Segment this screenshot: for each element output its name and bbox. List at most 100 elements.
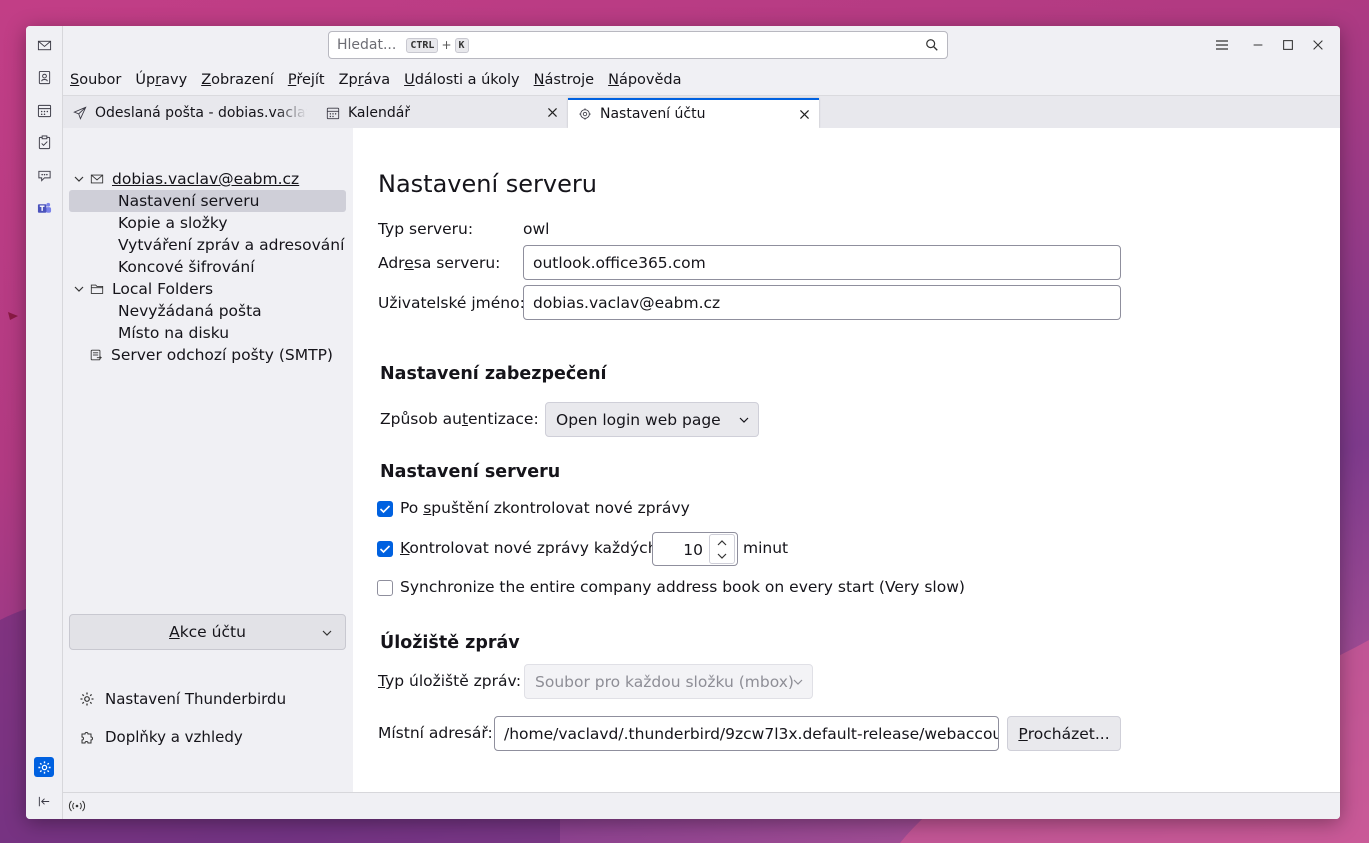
shortcut-key-k: K: [454, 37, 469, 53]
teams-icon: [37, 202, 51, 213]
menu-napoveda-post: ápověda: [618, 71, 682, 88]
calendar-space-button[interactable]: [34, 100, 54, 120]
online-status-icon[interactable]: [68, 799, 86, 813]
menu-soubor-post: oubor: [79, 71, 122, 88]
check-interval-value: 10: [683, 541, 703, 559]
account-actions-post: kce účtu: [179, 623, 246, 641]
stepper-up-icon[interactable]: [716, 538, 728, 548]
chevron-down-icon[interactable]: [73, 283, 85, 295]
envelope-icon: [90, 174, 104, 184]
close-tab-icon[interactable]: [546, 106, 559, 119]
thunderbird-settings-link[interactable]: Nastavení Thunderbirdu: [79, 688, 286, 710]
tree-account-label: dobias.vaclav@eabm.cz: [112, 170, 300, 188]
menu-zobrazeni[interactable]: Zobrazení: [201, 72, 274, 88]
chevron-down-icon: [793, 679, 803, 685]
tab-calendar[interactable]: Kalendář: [316, 98, 567, 128]
auth-label-post: entizace:: [468, 410, 539, 428]
check-every-checkbox[interactable]: [377, 541, 393, 557]
menu-soubor[interactable]: Soubor: [70, 72, 121, 88]
menu-udalosti-accesskey: U: [404, 71, 415, 88]
menu-nastroje[interactable]: Nástroje: [534, 72, 594, 88]
menu-prejit[interactable]: Přejít: [288, 72, 325, 88]
local-directory-field[interactable]: /home/vaclavd/.thunderbird/9zcw7l3x.defa…: [494, 716, 999, 751]
menu-upravy[interactable]: Úpravy: [135, 72, 187, 88]
menu-soubor-accesskey: S: [70, 71, 80, 88]
tab-account-settings[interactable]: Nastavení účtu: [568, 98, 819, 128]
stepper-down-icon[interactable]: [716, 551, 728, 561]
search-icon[interactable]: [925, 38, 939, 52]
shortcut-key-ctrl: CTRL: [406, 37, 439, 53]
check-on-startup-label[interactable]: Po spuštění zkontrolovat nové zprávy: [400, 499, 690, 517]
calendar-icon: [37, 104, 51, 117]
tree-account-row[interactable]: dobias.vaclav@eabm.cz: [73, 168, 299, 190]
settings-space-button[interactable]: [34, 757, 54, 777]
tree-item-copies-folders[interactable]: Kopie a složky: [118, 212, 228, 234]
tree-item-label: Kopie a složky: [118, 214, 228, 232]
global-search-input[interactable]: Hledat... CTRL + K: [328, 31, 948, 59]
username-field[interactable]: dobias.vaclav@eabm.cz: [523, 285, 1121, 320]
tree-item-label: Koncové šifrování: [118, 258, 255, 276]
tree-item-server-settings[interactable]: Nastavení serveru: [69, 190, 346, 212]
sync-addressbook-label[interactable]: Synchronize the entire company address b…: [400, 578, 965, 596]
tree-smtp-label: Server odchozí pošty (SMTP): [111, 346, 333, 364]
folder-icon: [90, 284, 104, 294]
storage-type-accesskey: T: [378, 672, 386, 690]
tasks-space-button[interactable]: [34, 132, 54, 152]
server-address-field[interactable]: outlook.office365.com: [523, 245, 1121, 280]
account-actions-button[interactable]: Akce účtu: [69, 614, 346, 650]
calendar-icon: [326, 107, 340, 120]
checkmark-icon: [379, 545, 391, 554]
address-book-space-button[interactable]: [34, 67, 54, 87]
menu-zprava[interactable]: Zpráva: [339, 72, 390, 88]
check-every-label[interactable]: Kontrolovat nové zprávy každých: [400, 539, 658, 557]
shortcut-plus: +: [441, 38, 452, 52]
storage-type-value: Soubor pro každou složku (mbox): [535, 672, 794, 691]
tree-item-e2e-encryption[interactable]: Koncové šifrování: [118, 256, 255, 278]
account-settings-content: dobias.vaclav@eabm.cz Nastavení serveru …: [63, 128, 1340, 792]
teams-space-button[interactable]: [34, 198, 54, 218]
sync-addressbook-checkbox[interactable]: [377, 580, 393, 596]
chat-space-button[interactable]: [34, 165, 54, 185]
checkmark-icon: [379, 505, 391, 514]
tree-item-disk-space[interactable]: Místo na disku: [118, 322, 229, 344]
message-storage-heading: Úložiště zpráv: [380, 633, 520, 653]
collapse-spaces-button[interactable]: [34, 791, 54, 811]
stepper-arrows[interactable]: [709, 534, 735, 564]
thunderbird-settings-label: Nastavení Thunderbirdu: [105, 690, 287, 708]
tab-bar: Odeslaná pošta - dobias.vaclav@eabm.cz K…: [63, 95, 1340, 128]
menu-napoveda-accesskey: N: [608, 71, 619, 88]
tab-sent-mail[interactable]: Odeslaná pošta - dobias.vaclav@eabm.cz: [63, 98, 315, 128]
storage-type-label: Typ úložiště zpráv:: [378, 672, 521, 690]
collapse-left-icon: [38, 796, 49, 806]
addons-themes-link[interactable]: Doplňky a vzhledy: [79, 726, 243, 748]
maximize-button[interactable]: [1279, 36, 1297, 54]
tab-account-settings-label: Nastavení účtu: [600, 106, 706, 122]
close-window-button[interactable]: [1309, 36, 1327, 54]
menu-zprava-pre: Zp: [338, 71, 358, 88]
send-icon: [73, 106, 87, 120]
auth-method-select[interactable]: Open login web page: [545, 402, 759, 437]
app-menu-button[interactable]: [1213, 36, 1231, 54]
hamburger-menu-icon: [1216, 40, 1228, 50]
tree-item-label: Místo na disku: [118, 324, 230, 342]
browse-button[interactable]: Procházet...: [1007, 716, 1121, 751]
account-actions-label: Akce účtu: [169, 623, 246, 641]
server-address-label: Adresa serveru:: [378, 254, 500, 272]
check-on-startup-checkbox[interactable]: [377, 501, 393, 517]
mail-space-button[interactable]: [34, 35, 54, 55]
auth-method-value: Open login web page: [556, 410, 721, 429]
tree-smtp-row[interactable]: Server odchozí pošty (SMTP): [89, 344, 333, 366]
addons-themes-label: Doplňky a vzhledy: [105, 728, 243, 746]
security-heading: Nastavení zabezpečení: [380, 364, 607, 384]
check-interval-stepper[interactable]: 10: [652, 532, 738, 566]
chevron-down-icon[interactable]: [73, 173, 85, 185]
tree-item-composition[interactable]: Vytváření zpráv a adresování: [118, 234, 344, 256]
tree-local-folders-row[interactable]: Local Folders: [73, 278, 213, 300]
menu-napoveda[interactable]: Nápověda: [608, 72, 681, 88]
username-label: Uživatelské jméno:: [378, 294, 525, 312]
minimize-button[interactable]: [1249, 36, 1267, 54]
tree-item-junk[interactable]: Nevyžádaná pošta: [118, 300, 262, 322]
menu-udalosti[interactable]: Události a úkoly: [404, 72, 520, 88]
close-tab-icon[interactable]: [798, 108, 811, 121]
server-settings-heading: Nastavení serveru: [380, 462, 561, 482]
